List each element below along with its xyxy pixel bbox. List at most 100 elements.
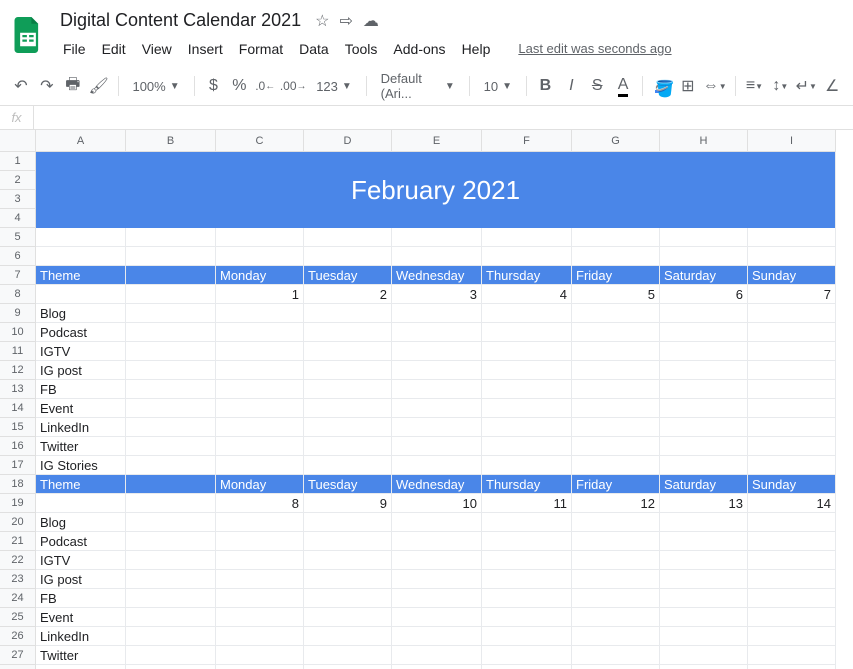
cell[interactable] <box>482 304 572 323</box>
rotate-icon[interactable]: ∠ <box>821 73 843 99</box>
cell[interactable] <box>572 646 660 665</box>
cell[interactable] <box>216 361 304 380</box>
row-header[interactable]: 12 <box>0 361 36 380</box>
cell[interactable]: 11 <box>482 494 572 513</box>
row-header[interactable]: 9 <box>0 304 36 323</box>
cell[interactable]: 8 <box>216 494 304 513</box>
cell[interactable] <box>392 608 482 627</box>
cell[interactable] <box>392 418 482 437</box>
cell[interactable] <box>126 247 216 266</box>
cell[interactable]: LinkedIn <box>36 418 126 437</box>
cell[interactable] <box>392 589 482 608</box>
row-header[interactable]: 4 <box>0 209 36 228</box>
strikethrough-icon[interactable]: S <box>586 73 608 99</box>
cell[interactable] <box>392 551 482 570</box>
col-header[interactable]: C <box>216 130 304 152</box>
cell[interactable] <box>660 532 748 551</box>
text-color-icon[interactable]: A <box>612 73 634 99</box>
cell[interactable] <box>572 342 660 361</box>
cell[interactable] <box>36 247 126 266</box>
cell[interactable] <box>126 475 216 494</box>
cell[interactable] <box>572 570 660 589</box>
cell[interactable] <box>126 665 216 669</box>
cell[interactable] <box>748 247 836 266</box>
cell[interactable] <box>36 228 126 247</box>
cell[interactable] <box>216 380 304 399</box>
cell[interactable]: Friday <box>572 266 660 285</box>
cell[interactable] <box>748 418 836 437</box>
cell[interactable] <box>572 437 660 456</box>
cell[interactable] <box>482 418 572 437</box>
cell[interactable] <box>36 285 126 304</box>
cell[interactable] <box>482 570 572 589</box>
cell[interactable] <box>304 513 392 532</box>
row-header[interactable]: 21 <box>0 532 36 551</box>
cell[interactable]: IG post <box>36 361 126 380</box>
cell[interactable] <box>216 456 304 475</box>
cell[interactable] <box>572 418 660 437</box>
cell[interactable] <box>392 627 482 646</box>
cell[interactable] <box>482 361 572 380</box>
cell[interactable] <box>748 665 836 669</box>
cell[interactable] <box>216 437 304 456</box>
cell[interactable] <box>660 437 748 456</box>
row-header[interactable]: 15 <box>0 418 36 437</box>
cell[interactable] <box>126 570 216 589</box>
cell[interactable] <box>748 399 836 418</box>
row-header[interactable]: 17 <box>0 456 36 475</box>
cell[interactable]: IG post <box>36 570 126 589</box>
cell[interactable] <box>216 589 304 608</box>
col-header[interactable]: G <box>572 130 660 152</box>
cell[interactable]: 1 <box>216 285 304 304</box>
cell[interactable]: IGTV <box>36 551 126 570</box>
cell[interactable] <box>392 513 482 532</box>
cell[interactable] <box>660 399 748 418</box>
cell[interactable] <box>572 665 660 669</box>
cell[interactable] <box>748 589 836 608</box>
cell[interactable] <box>572 589 660 608</box>
cell[interactable] <box>482 627 572 646</box>
cell[interactable] <box>216 247 304 266</box>
menu-format[interactable]: Format <box>232 37 290 61</box>
formula-input[interactable] <box>34 106 853 129</box>
cell[interactable]: Sunday <box>748 475 836 494</box>
row-header[interactable]: 22 <box>0 551 36 570</box>
cell[interactable] <box>392 399 482 418</box>
cell[interactable] <box>748 323 836 342</box>
cell[interactable] <box>572 627 660 646</box>
cell[interactable]: Tuesday <box>304 266 392 285</box>
cell[interactable]: Saturday <box>660 266 748 285</box>
cell[interactable] <box>126 304 216 323</box>
cell[interactable]: 14 <box>748 494 836 513</box>
wrap-icon[interactable]: ↵▼ <box>795 73 817 99</box>
row-header[interactable]: 7 <box>0 266 36 285</box>
col-header[interactable]: B <box>126 130 216 152</box>
font-select[interactable]: Default (Ari...▼ <box>375 73 461 99</box>
fill-color-icon[interactable]: 🪣 <box>651 73 673 99</box>
font-size-select[interactable]: 10▼ <box>478 73 518 99</box>
cell[interactable] <box>660 646 748 665</box>
cell[interactable] <box>660 361 748 380</box>
cell[interactable] <box>126 494 216 513</box>
cell[interactable] <box>660 228 748 247</box>
cell[interactable] <box>482 665 572 669</box>
italic-icon[interactable]: I <box>560 73 582 99</box>
cell[interactable]: IG Stories <box>36 456 126 475</box>
cell[interactable] <box>748 608 836 627</box>
cell[interactable] <box>660 513 748 532</box>
cell[interactable] <box>216 228 304 247</box>
row-header[interactable]: 20 <box>0 513 36 532</box>
cell[interactable]: Podcast <box>36 532 126 551</box>
cell[interactable]: Friday <box>572 475 660 494</box>
merge-icon[interactable]: ⇔▼ <box>703 73 727 99</box>
cell[interactable] <box>482 399 572 418</box>
cell[interactable] <box>572 323 660 342</box>
cell[interactable]: 13 <box>660 494 748 513</box>
cell[interactable] <box>748 646 836 665</box>
cell[interactable] <box>304 228 392 247</box>
row-header[interactable]: 8 <box>0 285 36 304</box>
cell[interactable]: Thursday <box>482 475 572 494</box>
cell[interactable] <box>660 589 748 608</box>
cell[interactable]: Twitter <box>36 437 126 456</box>
cell[interactable] <box>748 570 836 589</box>
